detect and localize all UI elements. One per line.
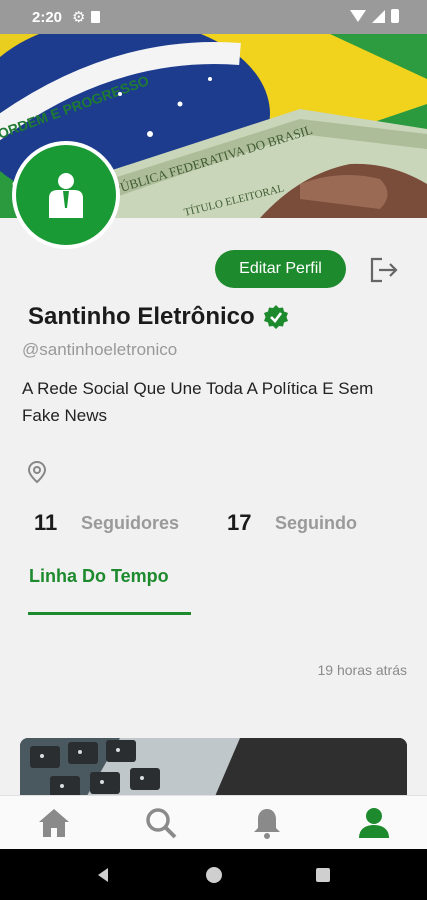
tab-timeline[interactable]: Linha Do Tempo	[29, 566, 169, 587]
bell-icon[interactable]	[250, 806, 284, 840]
search-icon[interactable]	[144, 806, 178, 840]
verified-badge-icon	[263, 305, 288, 329]
location-pin-icon	[27, 460, 47, 484]
recents-icon[interactable]	[314, 866, 332, 884]
tab-indicator	[28, 612, 191, 615]
battery-icon	[391, 9, 399, 23]
logout-icon[interactable]	[368, 256, 400, 284]
following-count[interactable]: 17	[227, 510, 251, 536]
signal-icon	[372, 9, 385, 23]
profile-name-row: Santinho Eletrônico	[28, 303, 289, 331]
sd-card-icon	[91, 11, 101, 23]
wifi-icon	[350, 10, 366, 22]
edit-profile-button[interactable]: Editar Perfil	[215, 250, 346, 288]
profile-avatar[interactable]	[12, 141, 120, 249]
profile-handle: @santinhoeletronico	[22, 340, 178, 359]
back-icon[interactable]	[94, 866, 112, 884]
post-timestamp: 19 horas atrás	[317, 662, 408, 678]
bottom-navigation	[0, 795, 427, 850]
profile-nav-icon[interactable]	[357, 806, 391, 840]
status-bar: 2:20 ⚙	[0, 0, 427, 34]
profile-bio: A Rede Social Que Une Toda A Política E …	[22, 379, 374, 425]
home-system-icon[interactable]	[205, 866, 223, 884]
profile-name: Santinho Eletrônico	[28, 303, 255, 330]
person-suit-icon	[49, 173, 83, 218]
system-navigation-bar	[0, 849, 427, 900]
home-icon[interactable]	[37, 806, 71, 840]
followers-label[interactable]: Seguidores	[81, 513, 179, 534]
following-label[interactable]: Seguindo	[275, 513, 357, 534]
status-time: 2:20	[32, 8, 63, 26]
followers-count[interactable]: 11	[34, 510, 57, 536]
gear-icon: ⚙	[72, 9, 86, 26]
